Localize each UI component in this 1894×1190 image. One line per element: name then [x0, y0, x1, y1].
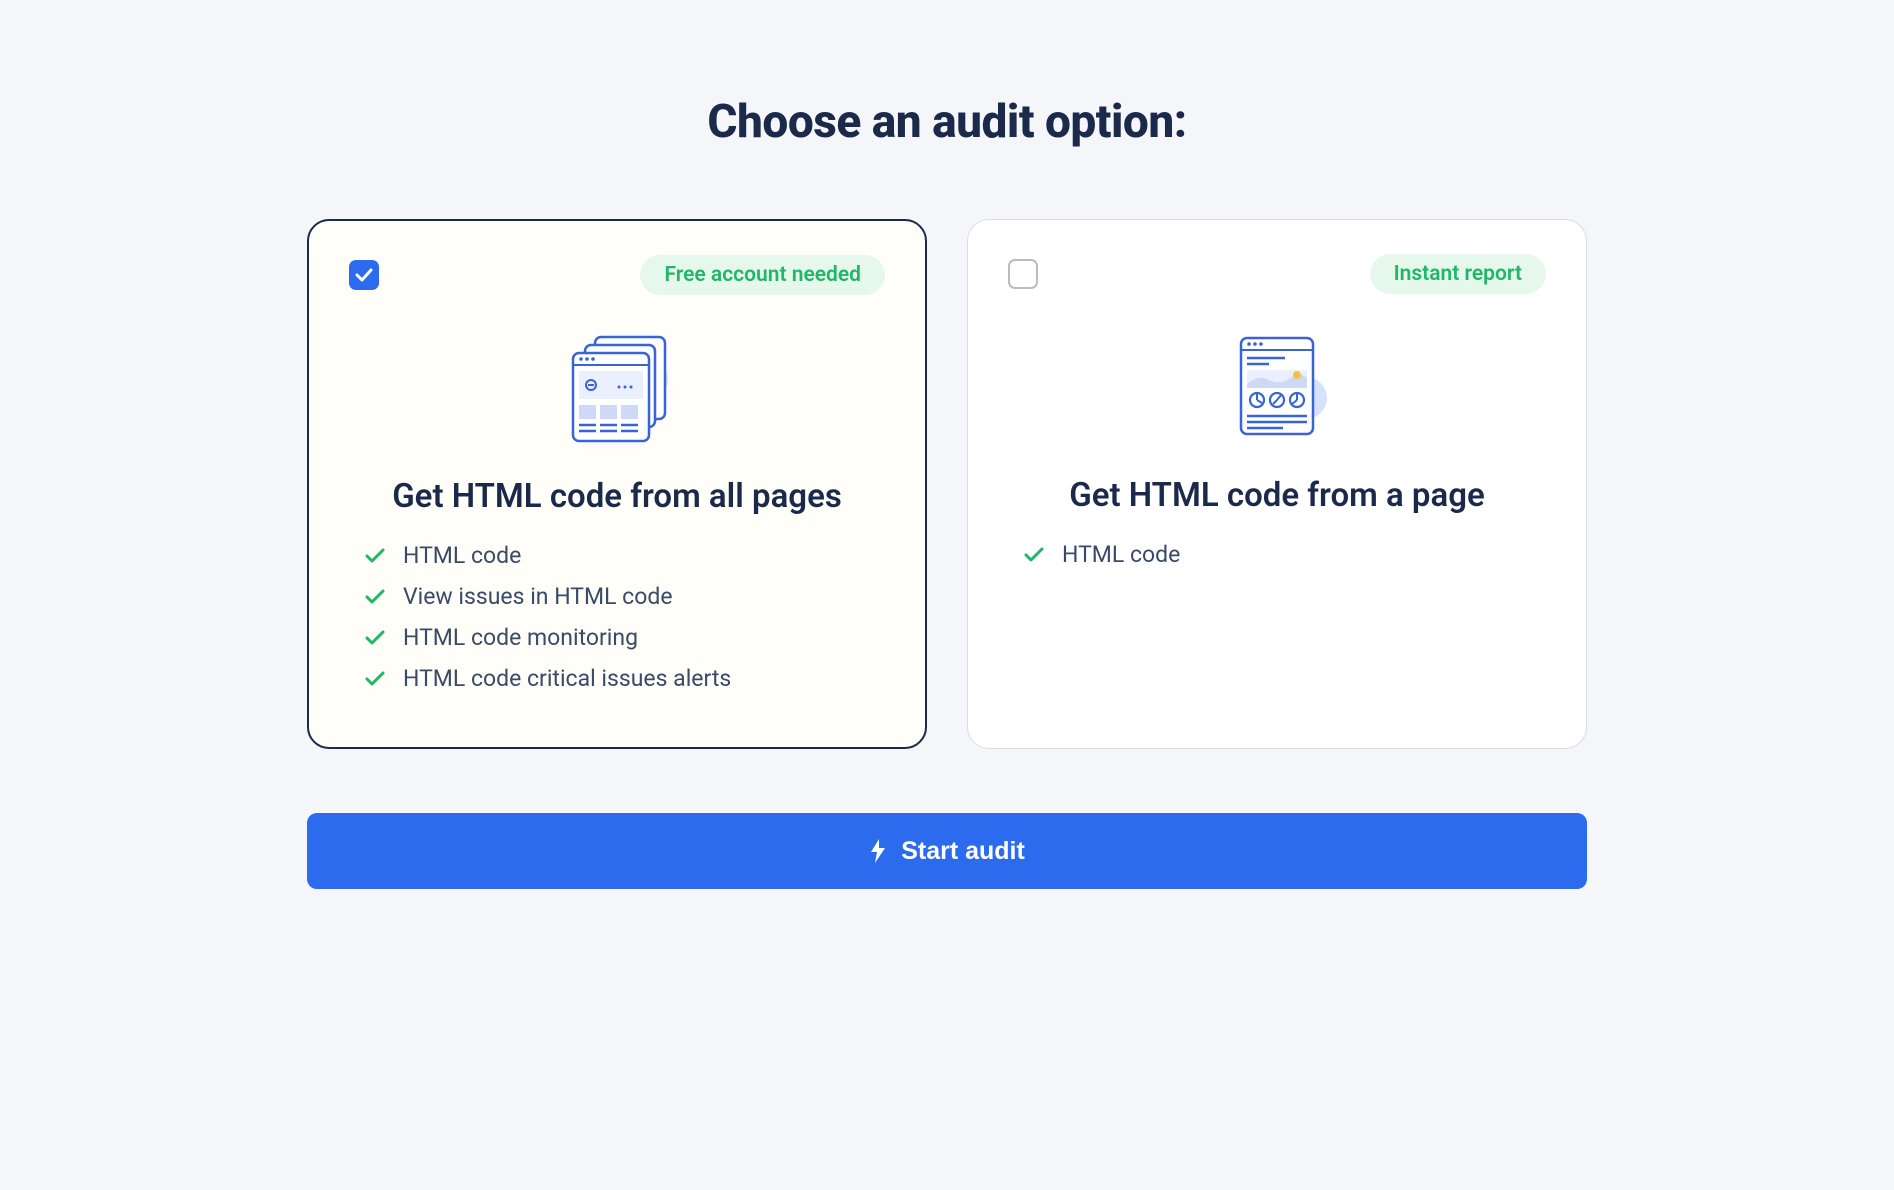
feature-item: HTML code	[365, 542, 869, 569]
card-title: Get HTML code from all pages	[349, 477, 885, 516]
card-header: Instant report	[1008, 254, 1546, 294]
page-title: Choose an audit option:	[707, 95, 1186, 149]
multi-page-illustration-icon	[349, 319, 885, 459]
option-card-single-page[interactable]: Instant report	[967, 219, 1587, 749]
check-icon	[1024, 547, 1044, 563]
features-list: HTML code View issues in HTML code HTML …	[349, 542, 885, 706]
card-title: Get HTML code from a page	[1008, 476, 1546, 515]
feature-item: HTML code monitoring	[365, 624, 869, 651]
check-icon	[365, 548, 385, 564]
feature-label: HTML code	[1062, 541, 1180, 568]
badge-free-account: Free account needed	[640, 255, 885, 295]
feature-item: View issues in HTML code	[365, 583, 869, 610]
check-icon	[365, 589, 385, 605]
badge-instant-report: Instant report	[1370, 254, 1546, 294]
cards-row: Free account needed	[307, 219, 1587, 749]
start-audit-button[interactable]: Start audit	[307, 813, 1587, 889]
feature-label: HTML code monitoring	[403, 624, 638, 651]
features-list: HTML code	[1008, 541, 1546, 582]
feature-label: HTML code	[403, 542, 521, 569]
checkbox-unchecked-icon[interactable]	[1008, 259, 1038, 289]
feature-item: HTML code critical issues alerts	[365, 665, 869, 692]
check-icon	[365, 671, 385, 687]
feature-label: View issues in HTML code	[403, 583, 673, 610]
cta-label: Start audit	[901, 837, 1025, 866]
option-card-all-pages[interactable]: Free account needed	[307, 219, 927, 749]
feature-label: HTML code critical issues alerts	[403, 665, 731, 692]
check-icon	[365, 630, 385, 646]
lightning-icon	[869, 839, 887, 863]
checkbox-checked-icon[interactable]	[349, 260, 379, 290]
feature-item: HTML code	[1024, 541, 1530, 568]
single-page-illustration-icon	[1008, 318, 1546, 458]
card-header: Free account needed	[349, 255, 885, 295]
